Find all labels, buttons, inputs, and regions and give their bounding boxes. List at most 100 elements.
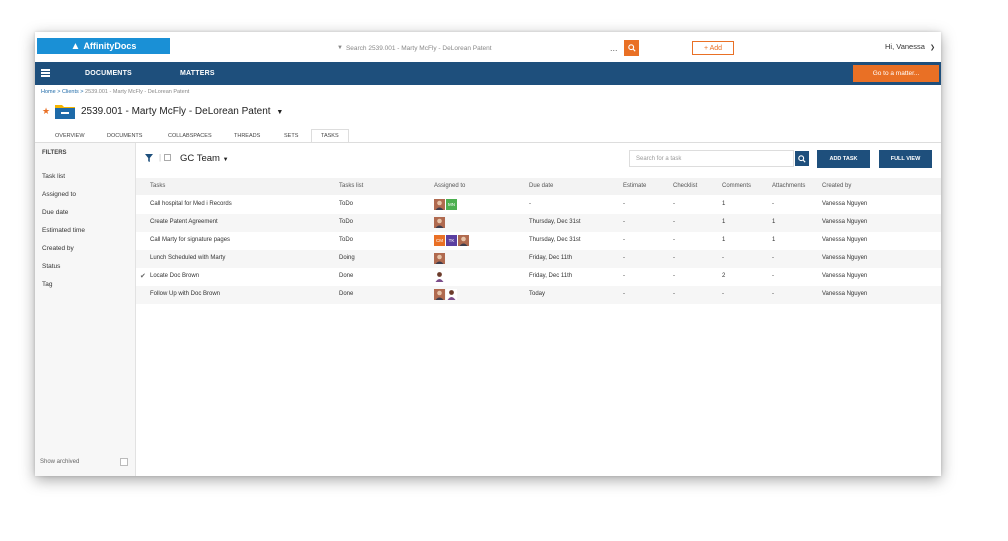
comments-count: -	[722, 255, 724, 261]
created-by: Vanessa Nguyen	[822, 255, 868, 261]
filter-estimated-time[interactable]: Estimated time	[42, 227, 85, 234]
chevron-down-icon: ▼	[337, 45, 343, 51]
avatar-initials[interactable]: MN	[446, 199, 457, 210]
breadcrumb-current: 2539.001 - Marty McFly - DeLorean Patent	[85, 89, 190, 95]
col-attachments[interactable]: Attachments	[772, 183, 805, 189]
due-date: Thursday, Dec 31st	[529, 237, 581, 243]
tab-threads[interactable]: THREADS	[234, 133, 260, 139]
assignee-avatars	[434, 253, 445, 264]
due-date: Today	[529, 291, 546, 297]
affinitydocs-logo[interactable]: ▲ AffinityDocs	[37, 38, 170, 54]
task-search-input[interactable]: Search for a task	[629, 150, 794, 167]
task-name[interactable]: Call Marty for signature pages	[150, 237, 230, 243]
search-text: Search 2539.001 - Marty McFly - DeLorean…	[345, 44, 492, 52]
breadcrumb-home[interactable]: Home	[41, 89, 56, 95]
tab-collabspaces[interactable]: COLLABSPACES	[168, 133, 212, 139]
filter-status[interactable]: Status	[42, 263, 60, 270]
avatar-initials[interactable]: TK	[446, 235, 457, 246]
created-by: Vanessa Nguyen	[822, 291, 868, 297]
team-name: GC Team	[180, 153, 220, 164]
logo-text: AffinityDocs	[83, 41, 137, 51]
avatar-photo[interactable]	[434, 217, 445, 228]
avatar-photo[interactable]	[434, 199, 445, 210]
col-assigned-to[interactable]: Assigned to	[434, 183, 465, 189]
assignee-avatars	[434, 271, 445, 282]
col-checklist[interactable]: Checklist	[673, 183, 697, 189]
show-archived-checkbox[interactable]	[120, 458, 128, 466]
avatar-initials[interactable]: CM	[434, 235, 445, 246]
list-view-icon[interactable]	[164, 154, 171, 161]
assignee-avatars	[434, 217, 445, 228]
col-estimate[interactable]: Estimate	[623, 183, 646, 189]
filter-due-date[interactable]: Due date	[42, 209, 68, 216]
task-search-button[interactable]	[795, 151, 809, 166]
filter-created-by[interactable]: Created by	[42, 245, 74, 252]
goto-matter-button[interactable]: Go to a matter...	[853, 65, 939, 82]
tab-tasks[interactable]: TASKS	[321, 133, 339, 139]
avatar-photo[interactable]	[446, 289, 457, 300]
filter-icon[interactable]	[145, 154, 153, 162]
filter-assigned-to[interactable]: Assigned to	[42, 191, 76, 198]
checklist: -	[673, 273, 675, 279]
nav-documents[interactable]: DOCUMENTS	[85, 70, 132, 77]
avatar-photo[interactable]	[434, 253, 445, 264]
assignee-avatars: CM TK	[434, 235, 469, 246]
search-button[interactable]	[624, 40, 639, 56]
tab-overview[interactable]: OVERVIEW	[55, 133, 85, 139]
task-name[interactable]: Locate Doc Brown	[150, 273, 199, 279]
star-icon[interactable]: ★	[42, 106, 50, 117]
estimate: -	[623, 273, 625, 279]
team-selector[interactable]: GC Team ▼	[180, 153, 229, 164]
filter-tag[interactable]: Tag	[42, 281, 52, 288]
user-menu[interactable]: Hi, Vanessa ❯	[885, 42, 935, 51]
task-list: Done	[339, 291, 354, 297]
hamburger-icon[interactable]	[41, 69, 50, 77]
page-title[interactable]: 2539.001 - Marty McFly - DeLorean Patent…	[81, 106, 283, 117]
attachments-count: -	[772, 273, 774, 279]
task-name[interactable]: Follow Up with Doc Brown	[150, 291, 220, 297]
created-by: Vanessa Nguyen	[822, 219, 868, 225]
col-created-by[interactable]: Created by	[822, 183, 851, 189]
avatar-photo[interactable]	[434, 289, 445, 300]
search-more[interactable]: ...	[610, 43, 618, 53]
checklist: -	[673, 237, 675, 243]
table-row[interactable]	[136, 196, 941, 214]
nav-matters[interactable]: MATTERS	[180, 70, 215, 77]
created-by: Vanessa Nguyen	[822, 273, 868, 279]
assignee-avatars: MN	[434, 199, 457, 210]
add-button[interactable]: + Add	[692, 41, 734, 55]
attachments-count: -	[772, 255, 774, 261]
search-icon	[627, 44, 636, 52]
chevron-down-icon: ❯	[929, 45, 936, 51]
main-nav	[35, 62, 941, 85]
folder-icon	[55, 105, 75, 119]
checklist: -	[673, 201, 675, 207]
toolbar-divider: |	[159, 153, 162, 162]
estimate: -	[623, 219, 625, 225]
breadcrumb-clients[interactable]: Clients	[62, 89, 79, 95]
task-list: ToDo	[339, 201, 354, 207]
task-name[interactable]: Create Patent Agreement	[150, 219, 218, 225]
add-task-button[interactable]: ADD TASK	[817, 150, 870, 168]
due-date: Thursday, Dec 31st	[529, 219, 581, 225]
filter-task-list[interactable]: Task list	[42, 173, 65, 180]
task-list: ToDo	[339, 237, 354, 243]
show-archived-label: Show archived	[40, 459, 80, 465]
col-tasks-list[interactable]: Tasks list	[339, 183, 363, 189]
col-tasks[interactable]: Tasks	[150, 183, 165, 189]
logo-icon: ▲	[70, 40, 81, 52]
task-name[interactable]: Call hospital for Med i Records	[150, 201, 232, 207]
tab-documents[interactable]: DOCUMENTS	[107, 133, 142, 139]
avatar-photo[interactable]	[434, 271, 445, 282]
estimate: -	[623, 255, 625, 261]
check-icon[interactable]: ✔	[140, 272, 146, 280]
tab-sets[interactable]: SETS	[284, 133, 298, 139]
created-by: Vanessa Nguyen	[822, 201, 868, 207]
col-due-date[interactable]: Due date	[529, 183, 553, 189]
task-name[interactable]: Lunch Scheduled with Marty	[150, 255, 225, 261]
page-title-text: 2539.001 - Marty McFly - DeLorean Patent	[81, 106, 271, 117]
global-search[interactable]: ▼ Search 2539.001 - Marty McFly - DeLore…	[337, 41, 627, 55]
avatar-photo[interactable]	[458, 235, 469, 246]
col-comments[interactable]: Comments	[722, 183, 751, 189]
full-view-button[interactable]: FULL VIEW	[879, 150, 932, 168]
